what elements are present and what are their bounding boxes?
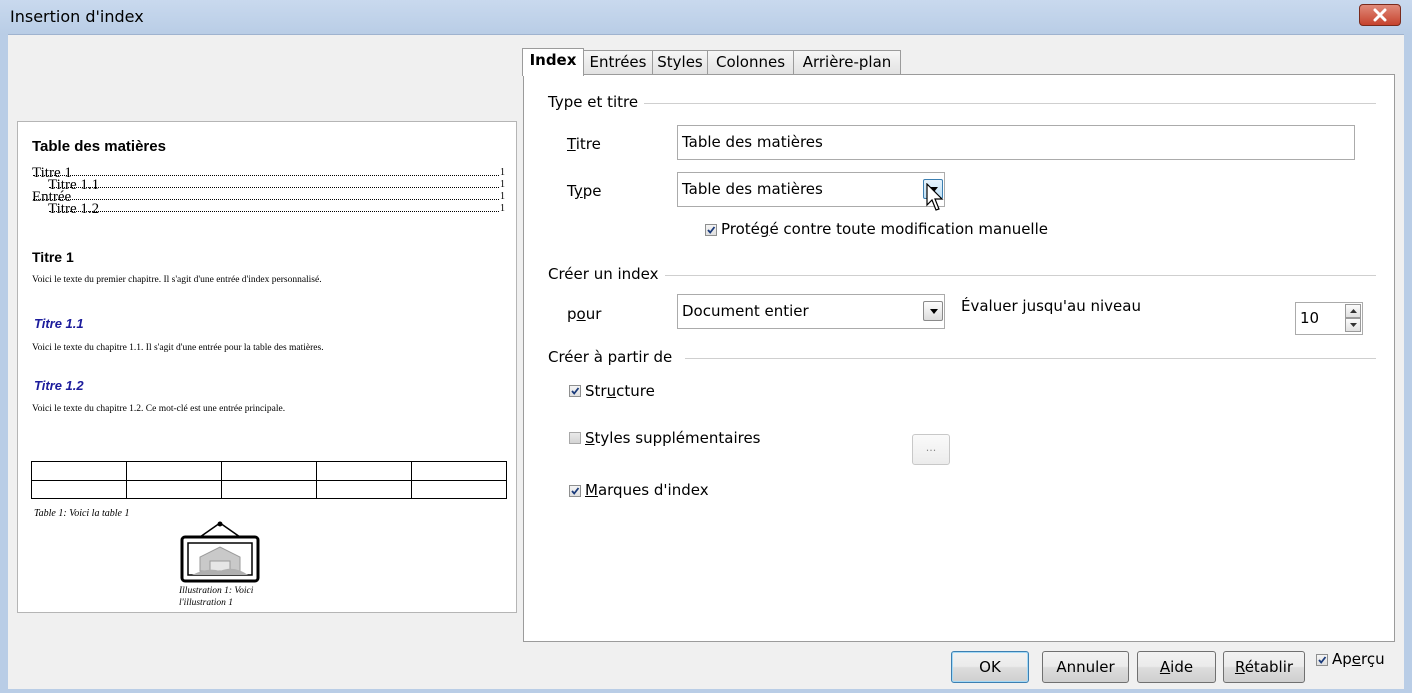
tab-entries[interactable]: Entrées bbox=[583, 50, 653, 74]
checkmark-icon bbox=[571, 487, 580, 495]
chevron-up-icon bbox=[1350, 309, 1357, 313]
extra-styles-checkbox[interactable] bbox=[569, 432, 581, 444]
preview-paragraph: Voici le texte du chapitre 1.1. Il s'agi… bbox=[32, 343, 324, 353]
extra-styles-button[interactable]: ... bbox=[912, 434, 950, 465]
preview-toc-row: Titre 11 bbox=[32, 166, 505, 181]
help-button[interactable]: Aide bbox=[1137, 651, 1216, 683]
chevron-down-icon bbox=[1350, 323, 1357, 327]
index-marks-label: Marques d'index bbox=[585, 481, 709, 499]
close-icon bbox=[1373, 8, 1387, 22]
toc-page: 1 bbox=[500, 179, 505, 190]
preview-paragraph: Voici le texte du premier chapitre. Il s… bbox=[32, 275, 322, 285]
window-title: Insertion d'index bbox=[10, 7, 144, 26]
reset-button[interactable]: Rétablir bbox=[1223, 651, 1305, 683]
type-label: Type bbox=[567, 182, 602, 200]
illustration-caption-line: l'illustration 1 bbox=[179, 598, 234, 608]
scope-select[interactable]: Document entier bbox=[677, 294, 945, 329]
group-separator bbox=[685, 358, 1376, 359]
preview-toc-row: Titre 1.1 1 bbox=[48, 178, 505, 193]
protected-checkbox[interactable] bbox=[705, 224, 717, 236]
structure-label: Structure bbox=[585, 382, 655, 400]
preview-checkbox[interactable] bbox=[1316, 654, 1328, 666]
level-value: 10 bbox=[1300, 309, 1320, 327]
tab-columns[interactable]: Colonnes bbox=[707, 50, 794, 74]
close-button[interactable] bbox=[1359, 4, 1401, 26]
title-bar: Insertion d'index bbox=[0, 0, 1412, 35]
window-frame-bottom bbox=[0, 689, 1412, 693]
preview-toc-row: Titre 1.2 1 bbox=[48, 201, 505, 217]
for-label: pour bbox=[567, 305, 602, 323]
level-stepper[interactable]: 10 bbox=[1295, 302, 1363, 335]
checkmark-icon bbox=[571, 387, 580, 395]
level-label: Évaluer jusqu'au niveau bbox=[961, 297, 1141, 315]
preview-toc-heading: Table des matières bbox=[32, 138, 166, 155]
index-marks-checkbox[interactable] bbox=[569, 485, 581, 497]
illustration-caption-line: Illustration 1: Voici bbox=[179, 586, 254, 596]
structure-checkbox[interactable] bbox=[569, 385, 581, 397]
preview-toc-row: Entrée 1 bbox=[32, 190, 505, 205]
group-create-index-label: Créer un index bbox=[548, 265, 665, 283]
toc-page: 1 bbox=[500, 203, 505, 214]
group-create-from-label: Créer à partir de bbox=[548, 348, 679, 366]
scope-select-dropdown-button[interactable] bbox=[923, 301, 943, 321]
preview-checkbox-label: Aperçu bbox=[1332, 650, 1385, 668]
ok-button[interactable]: OK bbox=[951, 651, 1029, 683]
tab-background[interactable]: Arrière-plan bbox=[793, 50, 901, 74]
extra-styles-label: Styles supplémentaires bbox=[585, 429, 761, 447]
toc-label: Titre 1.2 bbox=[48, 201, 100, 217]
tab-page-index: Type et titre Titre Table des matières T… bbox=[523, 74, 1395, 642]
preview-table bbox=[31, 461, 507, 499]
group-separator bbox=[644, 103, 1376, 104]
preview-heading-1-2: Titre 1.2 bbox=[34, 378, 84, 393]
mouse-cursor-icon bbox=[926, 183, 944, 211]
level-increase-button[interactable] bbox=[1345, 304, 1361, 318]
preview-paragraph: Voici le texte du chapitre 1.2. Ce mot-c… bbox=[32, 404, 286, 414]
tab-styles[interactable]: Styles bbox=[652, 50, 708, 74]
group-separator bbox=[661, 275, 1376, 276]
preview-heading-1: Titre 1 bbox=[32, 249, 74, 265]
group-type-title-label: Type et titre bbox=[548, 93, 645, 111]
checkmark-icon bbox=[707, 226, 716, 234]
level-decrease-button[interactable] bbox=[1345, 318, 1361, 332]
title-input[interactable]: Table des matières bbox=[677, 125, 1355, 160]
toc-page: 1 bbox=[500, 167, 505, 178]
chevron-down-icon bbox=[930, 309, 938, 314]
type-select-value: Table des matières bbox=[682, 180, 823, 198]
type-select[interactable]: Table des matières bbox=[677, 172, 945, 207]
toc-page: 1 bbox=[500, 191, 505, 202]
window-frame-right bbox=[1404, 34, 1412, 693]
preview-illustration-caption: Illustration 1: Voici l'illustration 1 bbox=[179, 585, 253, 609]
preview-panel: Table des matières Titre 11 Titre 1.1 1 E… bbox=[17, 121, 517, 613]
window-frame-left bbox=[0, 34, 8, 693]
title-label: Titre bbox=[567, 135, 601, 153]
preview-table-caption: Table 1: Voici la table 1 bbox=[34, 508, 130, 519]
scope-select-value: Document entier bbox=[682, 302, 809, 320]
protected-label: Protégé contre toute modification manuel… bbox=[721, 220, 1048, 238]
tab-index[interactable]: Index bbox=[522, 48, 584, 76]
cancel-button[interactable]: Annuler bbox=[1042, 651, 1129, 683]
checkmark-icon bbox=[1318, 656, 1327, 664]
preview-heading-1-1: Titre 1.1 bbox=[34, 316, 84, 331]
picture-frame-icon bbox=[180, 521, 260, 583]
